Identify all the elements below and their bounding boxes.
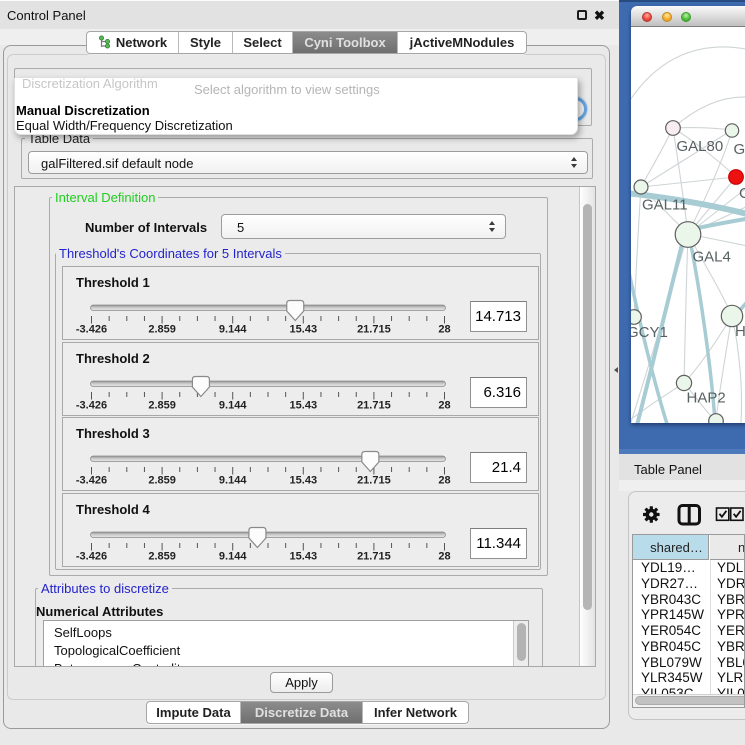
svg-text:-3.426: -3.426: [76, 400, 107, 412]
svg-text:28: 28: [438, 400, 450, 412]
svg-text:28: 28: [438, 324, 450, 336]
svg-text:15.43: 15.43: [290, 324, 318, 336]
svg-text:GAL4: GAL4: [693, 249, 731, 266]
svg-text:-3.426: -3.426: [76, 475, 107, 487]
svg-text:GAL80: GAL80: [677, 138, 724, 155]
svg-text:CY: CY: [739, 185, 745, 202]
svg-text:21.715: 21.715: [357, 551, 391, 563]
svg-text:GAL11: GAL11: [642, 197, 688, 214]
svg-text:GCY1: GCY1: [631, 324, 668, 341]
svg-text:21.715: 21.715: [357, 324, 391, 336]
svg-text:-3.426: -3.426: [76, 551, 107, 563]
svg-text:9.144: 9.144: [219, 551, 247, 563]
svg-text:9.144: 9.144: [219, 400, 247, 412]
svg-text:15.43: 15.43: [290, 551, 318, 563]
svg-text:2.859: 2.859: [148, 324, 176, 336]
svg-text:2.859: 2.859: [148, 551, 176, 563]
svg-text:2.859: 2.859: [148, 475, 176, 487]
svg-text:HA: HA: [735, 323, 745, 340]
svg-text:9.144: 9.144: [219, 324, 247, 336]
svg-text:15.43: 15.43: [290, 400, 318, 412]
svg-text:28: 28: [438, 475, 450, 487]
svg-text:-3.426: -3.426: [76, 324, 107, 336]
svg-text:2.859: 2.859: [148, 400, 176, 412]
svg-text:21.715: 21.715: [357, 475, 391, 487]
svg-text:21.715: 21.715: [357, 400, 391, 412]
svg-text:9.144: 9.144: [219, 475, 247, 487]
svg-text:28: 28: [438, 551, 450, 563]
svg-text:GAL: GAL: [734, 141, 745, 158]
svg-text:HAP2: HAP2: [687, 390, 726, 407]
svg-text:15.43: 15.43: [290, 475, 318, 487]
